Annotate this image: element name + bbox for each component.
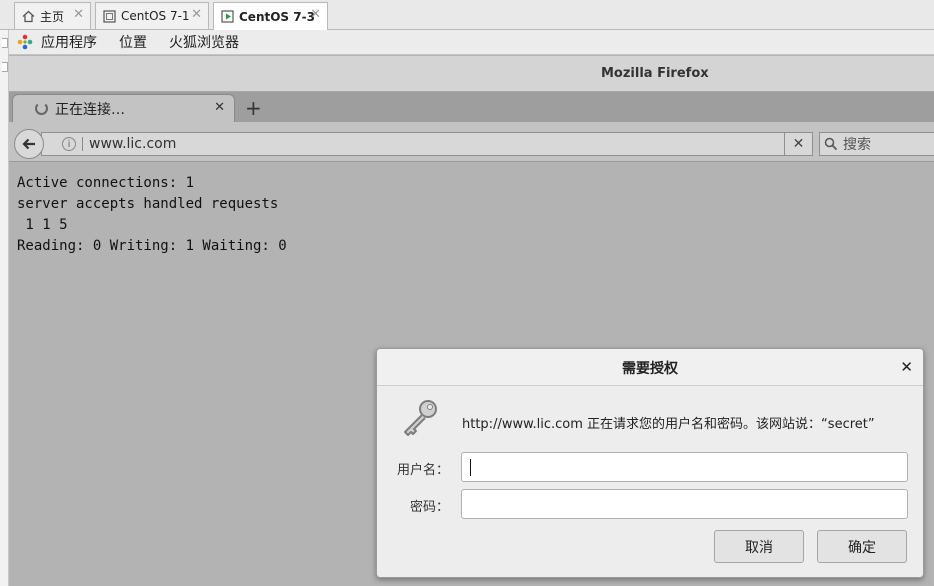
window-titlebar[interactable]: Mozilla Firefox [9,56,934,92]
gnome-logo-icon [17,34,33,50]
dialog-message: http://www.lic.com 正在请求您的用户名和密码。该网站说：“se… [462,417,875,432]
ok-button[interactable]: 确定 [817,530,907,563]
firefox-app-menu[interactable]: 火狐浏览器 [169,32,239,52]
dialog-header[interactable]: 需要授权 ✕ [377,349,923,386]
loading-icon [35,102,48,115]
new-tab-button[interactable]: + [245,96,262,120]
back-button[interactable] [14,129,44,159]
vm-tab-label: CentOS 7-1 [121,9,190,23]
vm-tab-label: 主页 [40,9,65,24]
close-icon[interactable]: ✕ [73,7,84,22]
close-tab-icon[interactable]: ✕ [214,100,225,115]
vm-tab-home[interactable]: 主页 ✕ [14,2,91,29]
status-line: Reading: 0 Writing: 1 Waiting: 0 [17,238,287,254]
vm-tab-strip: 主页 ✕ CentOS 7-1 ✕ CentOS 7-3 ✕ [0,0,934,30]
username-field[interactable] [461,452,908,482]
search-placeholder: 搜索 [843,137,871,153]
window-title: Mozilla Firefox [601,66,709,81]
close-icon[interactable]: ✕ [310,7,321,22]
applications-label: 应用程序 [41,35,97,51]
navigation-toolbar: i www.lic.com ✕ 搜索 [9,122,934,162]
back-arrow-icon [22,138,35,150]
sidebar-marker [2,62,8,72]
home-icon [21,9,35,23]
status-line: 1 1 5 [17,217,68,233]
status-line: Active connections: 1 [17,175,195,191]
url-text[interactable]: www.lic.com [89,136,176,152]
close-icon[interactable]: ✕ [900,358,913,376]
sidebar-marker [2,38,8,48]
search-input[interactable]: 搜索 [819,132,934,156]
dialog-title: 需要授权 [622,361,678,377]
gnome-top-bar: 应用程序 位置 火狐浏览器 [0,30,934,55]
browser-tab-bar: 正在连接… ✕ + [9,92,934,122]
username-label: 用户名： [396,463,449,478]
vm-library-sidebar[interactable] [0,30,9,586]
vm-tab-centos-7-3[interactable]: CentOS 7-3 ✕ [213,2,328,30]
status-line: server accepts handled requests [17,196,279,212]
divider [82,137,83,151]
password-label: 密码： [409,500,449,515]
key-icon [399,396,443,440]
vm-tab-centos-7-1[interactable]: CentOS 7-1 ✕ [95,2,209,29]
browser-tab[interactable]: 正在连接… ✕ [12,94,235,122]
url-bar[interactable]: i www.lic.com ✕ [41,132,813,156]
applications-menu[interactable]: 应用程序 [0,32,97,52]
vm-icon [102,9,116,23]
auth-dialog: 需要授权 ✕ http://www.lic.com 正在请求您的用户名和密码。该… [376,348,924,578]
close-icon[interactable]: ✕ [191,7,202,22]
places-menu[interactable]: 位置 [119,32,147,52]
browser-tab-label: 正在连接… [55,101,125,118]
password-field[interactable] [461,489,908,519]
search-icon [824,137,838,151]
site-info-icon[interactable]: i [62,137,76,151]
cancel-button[interactable]: 取消 [714,530,804,563]
stop-loading-button[interactable]: ✕ [784,133,812,155]
vm-tab-label: CentOS 7-3 [239,9,315,24]
text-caret [470,459,471,476]
vm-running-icon [220,10,234,24]
